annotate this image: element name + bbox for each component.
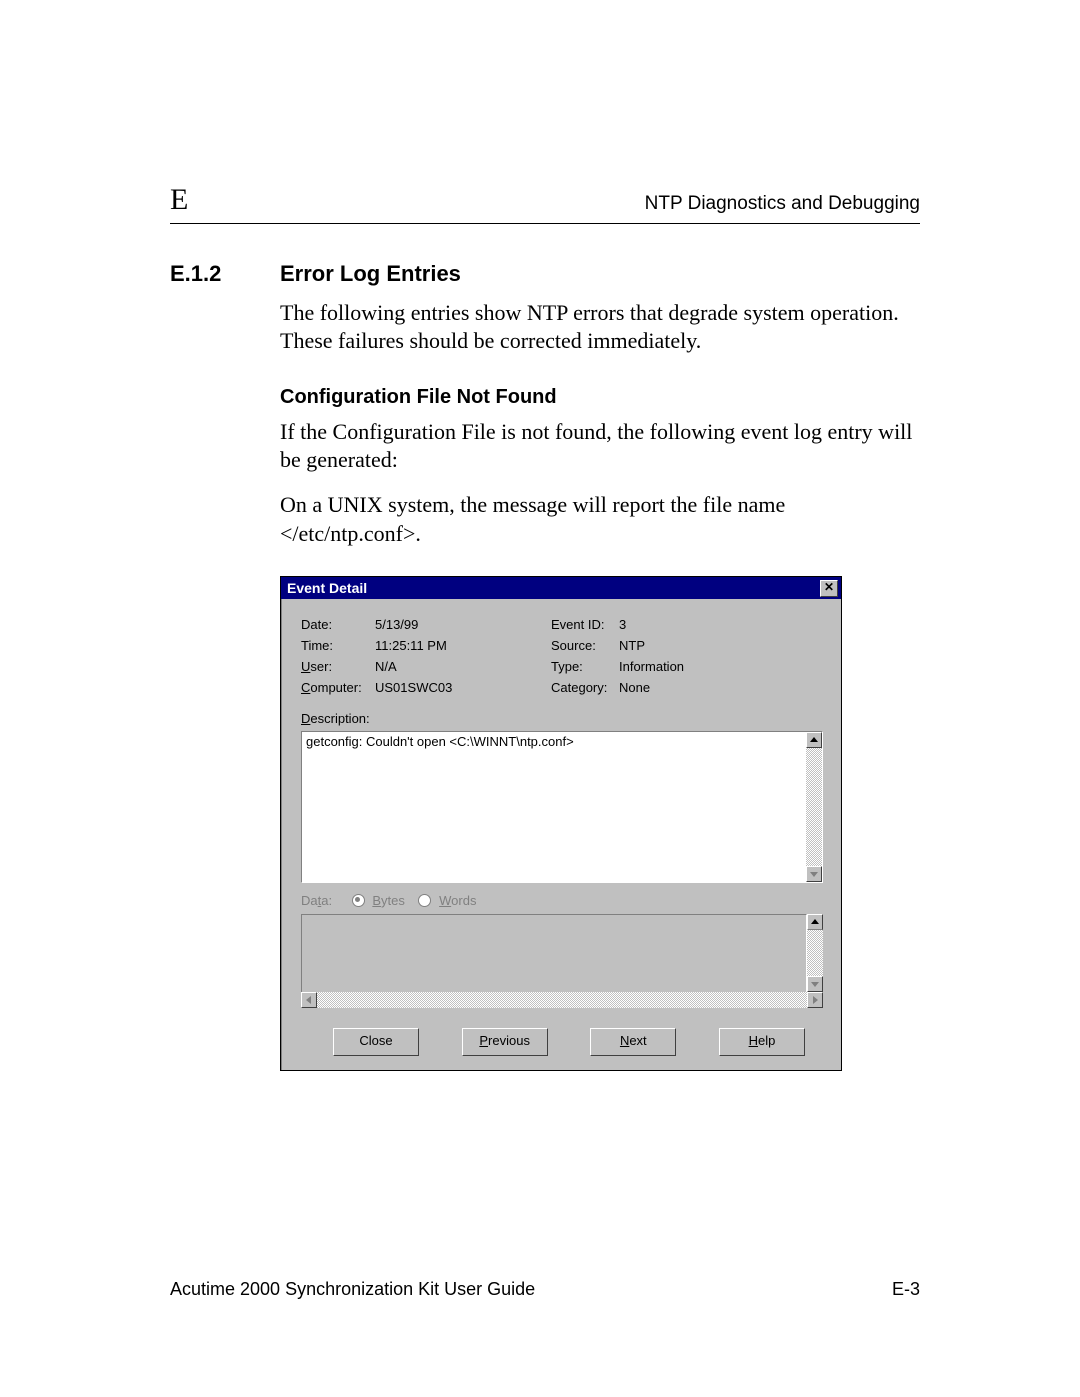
data-format-row: Data: Bytes Words (301, 893, 823, 910)
words-radio[interactable] (418, 894, 431, 907)
computer-value: US01SWC03 (375, 680, 452, 697)
section-intro: The following entries show NTP errors th… (280, 299, 920, 356)
eventid-value: 3 (619, 617, 626, 634)
scroll-left-icon[interactable] (301, 992, 317, 1008)
data-label: Data: (301, 893, 332, 908)
next-button[interactable]: Next (590, 1028, 676, 1056)
source-label: Source: (551, 638, 619, 655)
description-scrollbar[interactable] (806, 732, 822, 882)
category-label: Category: (551, 680, 619, 697)
date-label: Date: (301, 617, 375, 634)
description-textarea[interactable]: getconfig: Couldn't open <C:\WINNT\ntp.c… (301, 731, 823, 883)
appendix-letter: E (170, 180, 188, 219)
user-value: N/A (375, 659, 397, 676)
words-label: Words (439, 893, 476, 908)
event-detail-dialog: Event Detail ✕ Date: 5/13/99 Event ID: 3 (280, 576, 842, 1071)
scroll-up-icon[interactable] (806, 732, 822, 748)
subsection-title: Configuration File Not Found (280, 384, 920, 410)
type-value: Information (619, 659, 684, 676)
description-label: Description: (301, 711, 823, 728)
date-value: 5/13/99 (375, 617, 418, 634)
data-vscrollbar[interactable] (807, 914, 823, 992)
eventid-label: Event ID: (551, 617, 619, 634)
footer-page-number: E-3 (892, 1278, 920, 1301)
close-icon[interactable]: ✕ (820, 580, 838, 597)
time-value: 11:25:11 PM (375, 638, 447, 655)
scroll-down-icon[interactable] (806, 866, 822, 882)
dialog-title: Event Detail (287, 579, 367, 597)
scroll-down-icon[interactable] (807, 976, 823, 992)
computer-label: Computer: (301, 680, 375, 697)
scroll-right-icon[interactable] (807, 992, 823, 1008)
section-title: Error Log Entries (280, 260, 461, 289)
source-value: NTP (619, 638, 645, 655)
subsection-para-2: On a UNIX system, the message will repor… (280, 491, 920, 548)
dialog-titlebar[interactable]: Event Detail ✕ (281, 577, 841, 599)
previous-button[interactable]: Previous (462, 1028, 548, 1056)
page-footer: Acutime 2000 Synchronization Kit User Gu… (170, 1278, 920, 1301)
bytes-radio[interactable] (352, 894, 365, 907)
section-heading: E.1.2 Error Log Entries (170, 260, 920, 289)
data-hscrollbar[interactable] (301, 992, 823, 1008)
footer-book-title: Acutime 2000 Synchronization Kit User Gu… (170, 1278, 535, 1301)
header-chapter-title: NTP Diagnostics and Debugging (645, 192, 920, 217)
subsection-para-1: If the Configuration File is not found, … (280, 418, 920, 475)
type-label: Type: (551, 659, 619, 676)
scroll-up-icon[interactable] (807, 914, 823, 930)
time-label: Time: (301, 638, 375, 655)
help-button[interactable]: Help (719, 1028, 805, 1056)
close-button[interactable]: Close (333, 1028, 419, 1056)
user-label: User: (301, 659, 375, 676)
description-text: getconfig: Couldn't open <C:\WINNT\ntp.c… (302, 732, 806, 882)
section-number: E.1.2 (170, 260, 280, 289)
bytes-label: Bytes (372, 893, 405, 908)
page-header: E NTP Diagnostics and Debugging (170, 180, 920, 224)
data-hex-area[interactable] (301, 914, 823, 1008)
category-value: None (619, 680, 650, 697)
